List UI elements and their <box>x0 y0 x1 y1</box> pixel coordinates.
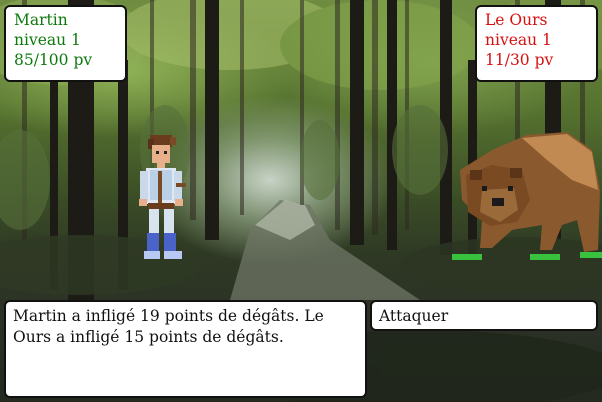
battle-message-box: Martin a infligé 19 points de dégâts. Le… <box>4 300 367 398</box>
player-stats-panel: Martin niveau 1 85/100 pv <box>4 5 127 82</box>
battle-message-text: Martin a infligé 19 points de dégâts. Le… <box>13 307 324 346</box>
enemy-hp: 11/30 pv <box>485 51 554 69</box>
player-hp: 85/100 pv <box>14 51 93 69</box>
enemy-level: niveau 1 <box>485 31 552 49</box>
attack-button[interactable]: Attaquer <box>370 300 598 331</box>
battle-scene: Martin niveau 1 85/100 pv Le Ours niveau… <box>0 0 602 402</box>
player-name: Martin <box>14 11 68 29</box>
attack-button-label: Attaquer <box>379 307 449 325</box>
player-level: niveau 1 <box>14 31 81 49</box>
enemy-bear-sprite <box>452 132 602 260</box>
enemy-stats-panel: Le Ours niveau 1 11/30 pv <box>475 5 598 82</box>
enemy-name: Le Ours <box>485 11 548 29</box>
player-sprite <box>139 135 186 259</box>
